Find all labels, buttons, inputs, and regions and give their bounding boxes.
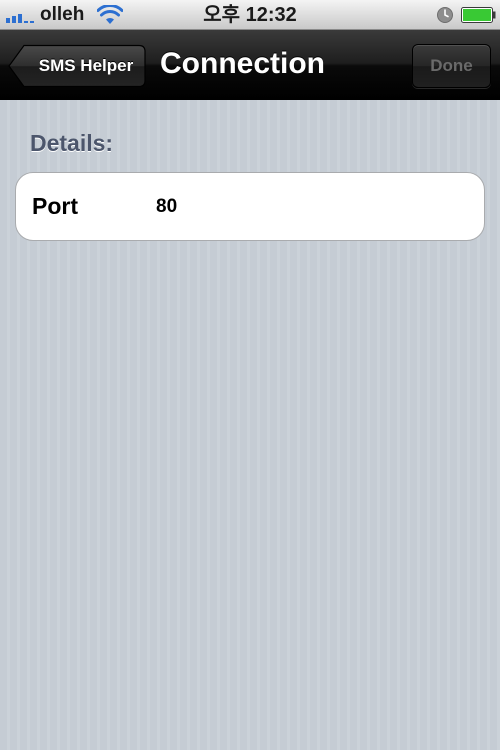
page-title: Connection <box>160 47 325 80</box>
back-button[interactable]: SMS Helper <box>8 44 146 88</box>
port-label: Port <box>32 193 78 219</box>
status-bar: olleh 오후 12:32 <box>0 0 500 30</box>
settings-content: Details: Port 80 <box>0 100 500 750</box>
battery-icon <box>461 7 496 23</box>
navigation-bar: SMS Helper Connection Done <box>0 30 500 100</box>
app-screen: olleh 오후 12:32 SMS Helper Connection Don… <box>0 0 500 750</box>
port-value[interactable]: 80 <box>156 173 177 240</box>
alarm-clock-icon <box>437 7 453 23</box>
section-header-details: Details: <box>30 130 114 156</box>
back-button-label: SMS Helper <box>38 56 134 75</box>
details-group: Port 80 <box>15 172 485 241</box>
done-button[interactable]: Done <box>412 44 491 88</box>
status-time: 오후 12:32 <box>203 4 297 26</box>
